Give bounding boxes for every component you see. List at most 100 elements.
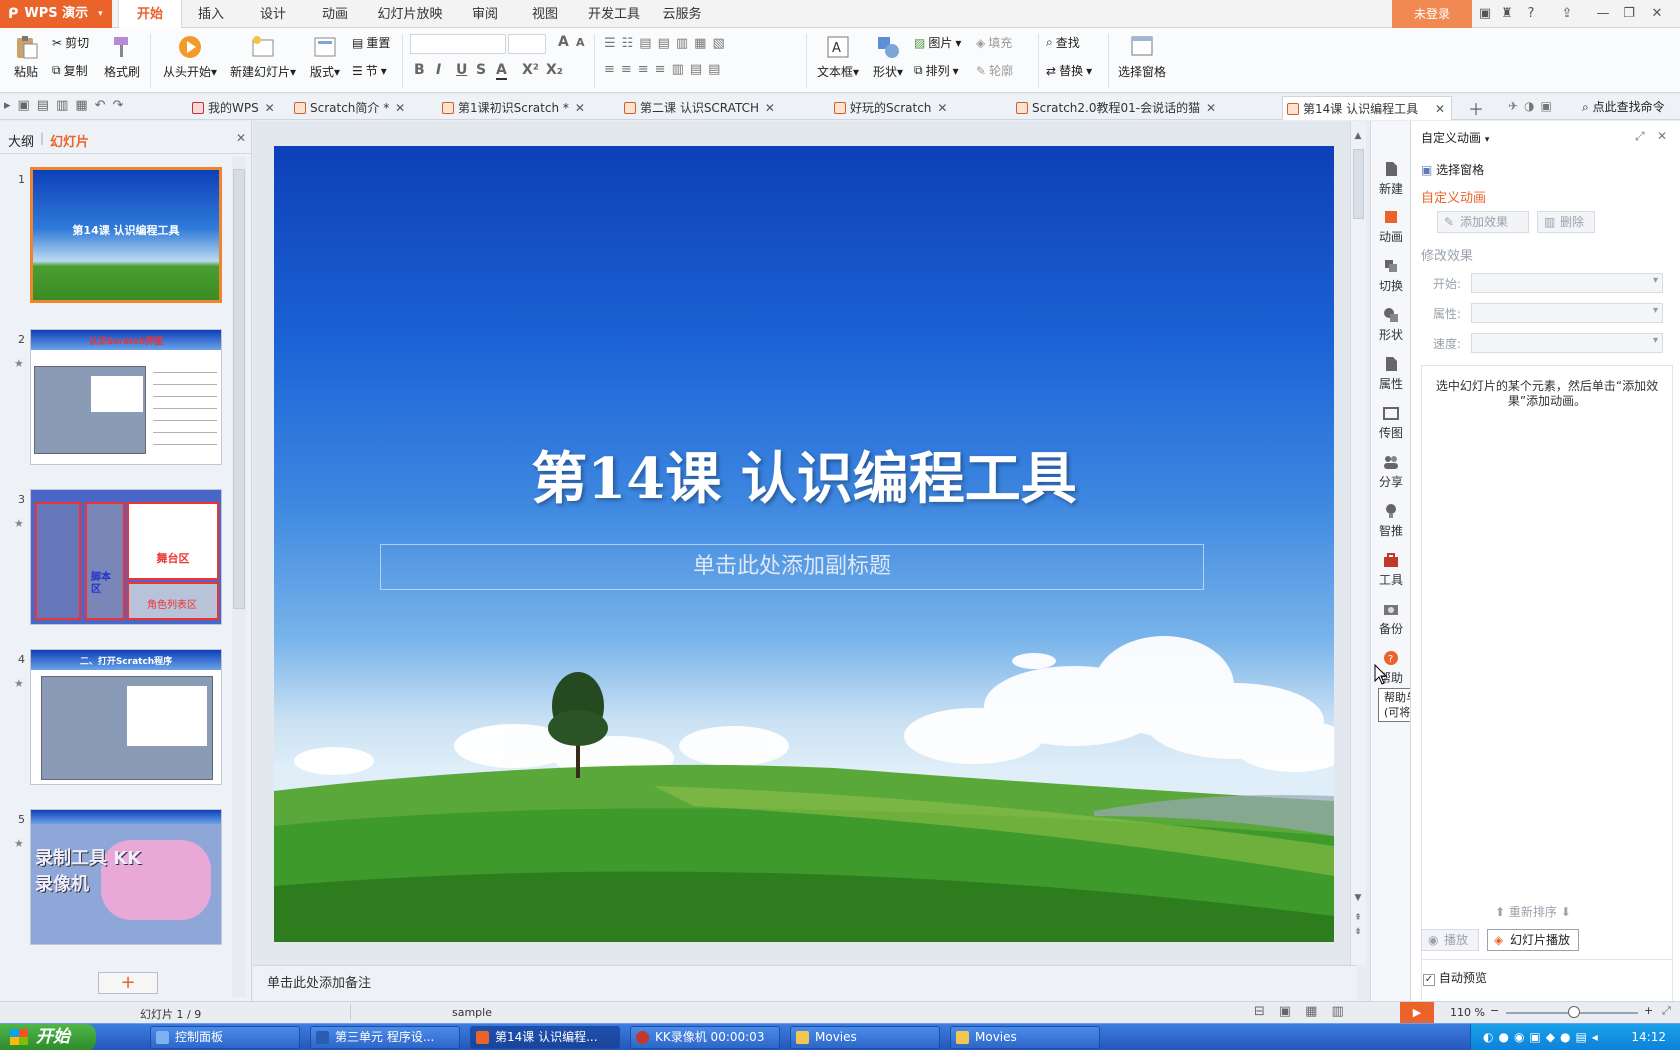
bold-button[interactable]: B [414, 62, 425, 78]
tab-review[interactable]: 审阅 [460, 0, 510, 28]
tab-tools-icons[interactable]: ✈◑▣ [1508, 99, 1558, 113]
new-tab-button[interactable]: ＋ [1468, 96, 1484, 120]
tab-fun-scratch[interactable]: 好玩的Scratch ✕ [830, 96, 947, 120]
taskbar-item[interactable]: 控制面板 [150, 1026, 300, 1049]
notes-placeholder[interactable]: 单击此处添加备注 [253, 965, 1357, 1001]
command-search[interactable]: ⌕ 点此查找命令 [1582, 98, 1665, 115]
shape-button[interactable]: 形状▾ [870, 34, 906, 80]
close-icon[interactable]: ✕ [937, 96, 947, 120]
reset-button[interactable]: ▤ 重置 [352, 34, 390, 51]
strip-smart-push[interactable]: 智推 [1371, 503, 1411, 539]
font-family-select[interactable] [410, 34, 506, 54]
taskbar-item[interactable]: 第三单元 程序设... [310, 1026, 460, 1049]
zoom-slider-thumb[interactable] [1568, 1006, 1580, 1018]
speed-select[interactable] [1471, 333, 1663, 353]
tab-developer[interactable]: 开发工具 [582, 0, 646, 28]
close-icon[interactable]: ✕ [395, 96, 405, 120]
strip-transition[interactable]: 切换 [1371, 258, 1411, 294]
tab-slides[interactable]: 幻灯片 [50, 131, 89, 150]
strip-share[interactable]: 分享 [1371, 454, 1411, 490]
strip-backup[interactable]: 备份 [1371, 601, 1411, 637]
slide-thumbnail-2[interactable]: 认识Scratch界面 [30, 329, 222, 465]
subtitle-placeholder[interactable]: 单击此处添加副标题 [380, 544, 1204, 590]
tab-lesson-1[interactable]: 第1课初识Scratch * ✕ [438, 96, 585, 120]
subscript-button[interactable]: X₂ [546, 62, 563, 78]
tray-icons[interactable]: ◐●◉▣◆●▤◂ [1483, 1024, 1603, 1050]
new-slide-button[interactable]: 新建幻灯片▾ [226, 34, 300, 80]
tab-lesson-2[interactable]: 第二课 认识SCRATCH ✕ [620, 96, 775, 120]
play-slideshow-button[interactable]: ▶ [1400, 1002, 1434, 1023]
grow-font-button[interactable]: A [558, 34, 569, 50]
close-icon[interactable]: ✕ [265, 96, 275, 120]
zoom-in-button[interactable]: + [1644, 1004, 1653, 1017]
thumbnail-scrollbar[interactable] [232, 157, 246, 997]
app-menu-button[interactable]: ᑭ WPS 演示 ▾ [0, 0, 112, 28]
start-button[interactable]: 开始 [0, 1024, 96, 1050]
pane-title-dropdown[interactable]: 自定义动画 ▾ [1421, 129, 1489, 146]
slide-thumbnail-5[interactable]: 录制工具 KK录像机 [30, 809, 222, 945]
scroll-thumb[interactable] [1353, 149, 1364, 219]
slideshow-button[interactable]: ◈ 幻灯片播放 [1487, 929, 1579, 951]
tab-insert[interactable]: 插入 [186, 0, 236, 28]
scroll-down-icon[interactable]: ▼ [1352, 893, 1364, 903]
italic-button[interactable]: I [436, 62, 441, 78]
paragraph-list-icons[interactable]: ☰☷▤▤▥▦▧ [604, 36, 731, 51]
help-button[interactable]: ? [1520, 4, 1542, 24]
font-size-select[interactable] [508, 34, 546, 54]
slide-canvas[interactable]: 第14课 认识编程工具 单击此处添加副标题 [274, 146, 1334, 942]
strip-upload-image[interactable]: 传图 [1371, 405, 1411, 441]
picture-button[interactable]: ▨ 图片 ▾ [914, 34, 961, 51]
superscript-button[interactable]: X² [522, 62, 539, 78]
strip-animation[interactable]: 动画 [1371, 209, 1411, 245]
auto-preview-checkbox[interactable]: ✓ 自动预览 [1423, 969, 1487, 986]
strip-new[interactable]: 新建 [1371, 161, 1411, 197]
taskbar-item[interactable]: Movies [950, 1026, 1100, 1049]
arrange-button[interactable]: ⧉ 排列 ▾ [914, 62, 959, 79]
close-icon[interactable]: ✕ [1435, 97, 1445, 121]
format-painter-button[interactable]: 格式刷 [102, 34, 142, 80]
close-icon[interactable]: ✕ [236, 131, 246, 145]
cut-button[interactable]: ✂ 剪切 [52, 34, 89, 51]
paste-button[interactable]: 粘贴 [8, 34, 44, 80]
taskbar-item[interactable]: KK录像机 00:00:03 [630, 1026, 780, 1049]
property-select[interactable] [1471, 303, 1663, 323]
scroll-up-icon[interactable]: ▲ [1352, 131, 1364, 141]
tab-my-wps[interactable]: 我的WPS ✕ [188, 96, 275, 120]
tab-home[interactable]: 开始 [118, 0, 182, 28]
taskbar-item[interactable]: 第14课 认识编程... [470, 1026, 620, 1049]
strip-shape[interactable]: 形状 [1371, 307, 1411, 343]
restore-button[interactable]: ❐ [1618, 4, 1640, 24]
slide-thumbnail-1[interactable]: 第14课 认识编程工具 [30, 167, 222, 303]
login-button[interactable]: 未登录 [1392, 0, 1472, 28]
shirt-icon[interactable]: ♜ [1496, 4, 1518, 24]
underline-button[interactable]: U [456, 62, 467, 78]
close-button[interactable]: ✕ [1646, 4, 1668, 24]
tab-talking-cat[interactable]: Scratch2.0教程01-会说话的猫 ✕ [1012, 96, 1216, 120]
shrink-font-button[interactable]: A [576, 36, 585, 49]
font-color-button[interactable]: A [496, 62, 507, 80]
close-icon[interactable]: ✕ [1657, 129, 1667, 143]
strike-button[interactable]: S [476, 62, 486, 78]
add-slide-button[interactable]: + [98, 972, 158, 994]
prev-next-slide-icons[interactable]: ⇞ ⇟ [1352, 911, 1364, 939]
canvas-vertical-scrollbar[interactable]: ▲ ▼ ⇞ ⇟ [1350, 121, 1366, 965]
upload-icon[interactable]: ⇪ [1556, 4, 1578, 24]
outline-button[interactable]: ✎ 轮廓 [976, 62, 1013, 79]
find-button[interactable]: ⌕ 查找 [1046, 34, 1080, 51]
play-button[interactable]: ◉ 播放 [1421, 929, 1479, 951]
minimize-button[interactable]: — [1592, 4, 1614, 24]
add-effect-button[interactable]: ✎ 添加效果 [1437, 211, 1529, 233]
tab-scratch-intro[interactable]: Scratch简介 * ✕ [290, 96, 405, 120]
delete-button[interactable]: ▥ 删除 [1537, 211, 1595, 233]
slide-title[interactable]: 第14课 认识编程工具 [274, 434, 1334, 515]
paragraph-align-icons[interactable]: ≡≡≡≡▥▤▤ [604, 62, 726, 77]
zoom-out-button[interactable]: − [1490, 1004, 1499, 1017]
strip-tools[interactable]: 工具 [1371, 552, 1411, 588]
section-button[interactable]: ☰ 节 ▾ [352, 62, 387, 79]
layout-button[interactable]: 版式▾ [306, 34, 344, 80]
tab-lesson-14[interactable]: 第14课 认识编程工具 ✕ [1282, 96, 1452, 120]
start-select[interactable] [1471, 273, 1663, 293]
tab-outline[interactable]: 大纲 [8, 131, 34, 150]
slide-thumbnail-3[interactable]: 舞台区 脚本区 角色列表区 [30, 489, 222, 625]
select-pane-link[interactable]: ▣ 选择窗格 [1421, 161, 1484, 178]
